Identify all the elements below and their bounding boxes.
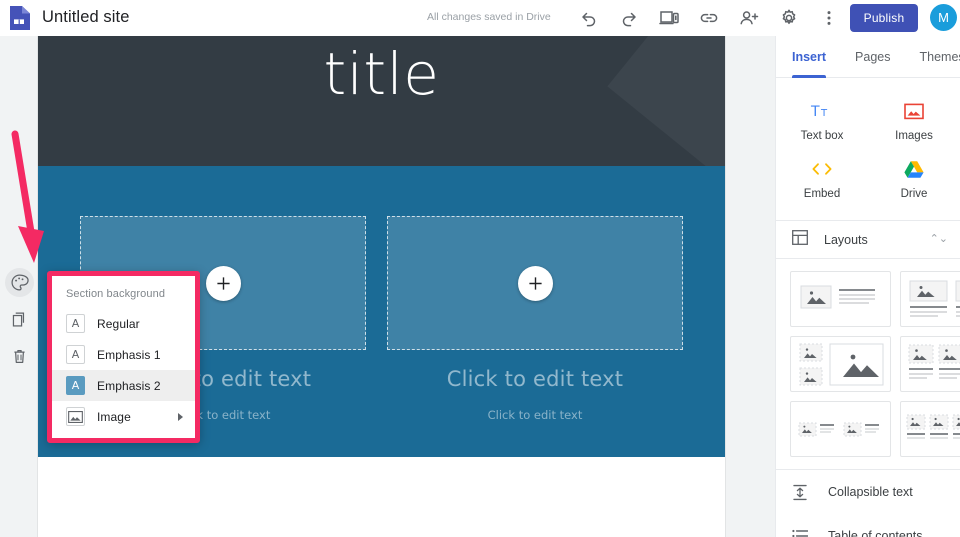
insert-item-label: Images (895, 130, 933, 142)
insert-more-items: Collapsible text Table of contents (776, 469, 960, 537)
hero-title[interactable]: title (38, 40, 725, 108)
tab-insert[interactable]: Insert (792, 36, 827, 78)
submenu-arrow-icon (178, 412, 183, 421)
image-placeholder-2[interactable] (387, 216, 683, 350)
insert-text-box-button[interactable]: T T Text box (776, 92, 868, 150)
menu-item-emphasis-1[interactable]: A Emphasis 1 (52, 339, 195, 370)
add-plus-icon[interactable] (205, 265, 241, 301)
menu-title: Section background (66, 288, 166, 300)
layout-two-images-with-captions[interactable] (900, 271, 960, 327)
hero-section[interactable]: title (38, 36, 725, 166)
section-toolbar (5, 268, 34, 379)
insert-collapsible-text-button[interactable]: Collapsible text (776, 470, 960, 514)
layouts-grid-icon (792, 229, 808, 250)
embed-code-icon (809, 158, 835, 180)
layout-two-image-text-pairs[interactable] (790, 401, 891, 457)
text-box-icon: T T (810, 100, 834, 122)
menu-item-image[interactable]: Image (52, 401, 195, 432)
insert-images-button[interactable]: Images (868, 92, 960, 150)
insert-item-label: Embed (803, 188, 841, 200)
menu-item-label: Image (97, 409, 131, 424)
insert-sidebar: Insert Pages Themes T T Text box (775, 36, 960, 537)
section-background-palette-icon[interactable] (5, 268, 34, 297)
layouts-gallery (776, 259, 960, 469)
user-avatar[interactable]: M (930, 4, 957, 31)
letter-a-swatch-filled-icon: A (66, 376, 85, 395)
layout-three-images-with-captions[interactable] (900, 336, 960, 392)
layout-four-images-with-captions[interactable] (900, 401, 960, 457)
tab-pages[interactable]: Pages (855, 36, 890, 77)
layout-image-left-text-right[interactable] (790, 271, 891, 327)
site-title[interactable]: Untitled site (42, 8, 130, 27)
copy-link-icon[interactable] (692, 1, 726, 35)
collapse-chevron-icon[interactable]: ⌃⌄ (930, 234, 948, 245)
add-plus-icon[interactable] (517, 265, 553, 301)
layouts-label: Layouts (824, 232, 868, 247)
insert-row-label: Table of contents (828, 529, 923, 537)
top-app-bar: Untitled site All changes saved in Drive (0, 0, 960, 36)
svg-text:T: T (810, 104, 820, 120)
tab-themes[interactable]: Themes (920, 36, 960, 77)
content-column-2: Click to edit text Click to edit text (387, 216, 683, 422)
delete-section-icon[interactable] (5, 342, 34, 371)
insert-table-of-contents-button[interactable]: Table of contents (776, 514, 960, 537)
layouts-section-header[interactable]: Layouts ⌃⌄ (776, 221, 960, 259)
redo-icon[interactable] (612, 1, 646, 35)
placeholder-heading-2[interactable]: Click to edit text (387, 367, 683, 391)
toolbar-icon-group (572, 0, 852, 36)
preview-icon[interactable] (652, 1, 686, 35)
table-of-contents-icon (792, 529, 808, 537)
menu-item-label: Emphasis 1 (97, 347, 161, 362)
settings-gear-icon[interactable] (772, 1, 806, 35)
google-sites-editor: title Click to edit text Click to edit t… (0, 0, 960, 537)
menu-item-label: Emphasis 2 (97, 378, 161, 393)
more-options-icon[interactable] (812, 1, 846, 35)
image-swatch-icon (66, 407, 85, 426)
insert-embed-button[interactable]: Embed (776, 150, 868, 208)
sidebar-tabs: Insert Pages Themes (776, 36, 960, 78)
menu-item-emphasis-2[interactable]: A Emphasis 2 (52, 370, 195, 401)
placeholder-subtext-2[interactable]: Click to edit text (387, 408, 683, 422)
section-background-menu: Section background A Regular A Emphasis … (47, 271, 200, 443)
undo-icon[interactable] (572, 1, 606, 35)
menu-item-regular[interactable]: A Regular (52, 308, 195, 339)
google-drive-icon (904, 158, 924, 180)
publish-button[interactable]: Publish (850, 4, 918, 32)
images-icon (904, 100, 924, 122)
insert-item-label: Text box (800, 130, 844, 142)
insert-quick-actions: T T Text box Images Embed Drive (776, 78, 960, 221)
insert-row-label: Collapsible text (828, 485, 913, 499)
svg-text:T: T (820, 108, 828, 119)
collapsible-text-icon (792, 484, 808, 501)
google-sites-logo[interactable] (8, 5, 30, 30)
duplicate-section-icon[interactable] (5, 305, 34, 334)
share-with-others-icon[interactable] (732, 1, 766, 35)
letter-a-swatch-icon: A (66, 314, 85, 333)
insert-drive-button[interactable]: Drive (868, 150, 960, 208)
layout-two-small-images-one-large[interactable] (790, 336, 891, 392)
letter-a-swatch-icon: A (66, 345, 85, 364)
menu-item-label: Regular (97, 316, 140, 331)
blank-section[interactable] (38, 457, 725, 537)
insert-item-label: Drive (900, 188, 928, 200)
save-status-text: All changes saved in Drive (427, 11, 551, 23)
